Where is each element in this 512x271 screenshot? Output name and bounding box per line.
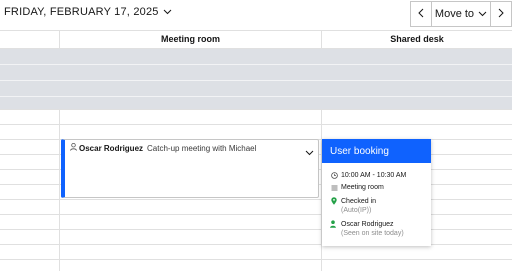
booking-time: 10:00 AM - 10:30 AM <box>341 172 407 179</box>
calendar-toolbar: FRIDAY, FEBRUARY 17, 2025 Move to <box>0 0 512 30</box>
column-header-shared-desk: Shared desk <box>390 34 444 44</box>
check-in-status: Checked in <box>341 197 377 205</box>
booking-title: Catch-up meeting with Michael <box>147 143 257 153</box>
booking-resource: Meeting room <box>341 184 384 191</box>
booking-user: Oscar Rodriguez <box>341 220 394 228</box>
grid-line <box>0 214 512 215</box>
clock-icon <box>330 172 338 179</box>
unavailable-slot <box>0 97 512 109</box>
move-to-button[interactable]: Move to <box>432 2 491 26</box>
grid-line <box>0 229 512 230</box>
user-check-icon <box>330 220 338 228</box>
grid-line <box>0 244 512 245</box>
unavailable-slot <box>0 81 512 96</box>
booking-card[interactable]: Oscar Rodriguez Catch-up meeting with Mi… <box>61 139 319 198</box>
grid-line <box>0 109 512 110</box>
next-day-button[interactable] <box>491 2 512 26</box>
chevron-left-icon <box>418 5 424 23</box>
grid-line <box>0 199 512 200</box>
date-navigation: Move to <box>410 1 512 27</box>
chevron-down-icon <box>163 6 172 18</box>
unavailable-slot <box>0 49 512 64</box>
check-in-status-row: Checked in <box>330 197 376 205</box>
move-to-label: Move to <box>434 8 475 20</box>
booking-time-row: 10:00 AM - 10:30 AM <box>330 172 406 179</box>
grid-line <box>0 259 512 260</box>
date-selector[interactable]: FRIDAY, FEBRUARY 17, 2025 <box>4 6 172 18</box>
booking-user-detail: (Seen on site today) <box>341 230 404 237</box>
date-label: FRIDAY, FEBRUARY 17, 2025 <box>4 6 159 18</box>
grid-line <box>0 124 512 125</box>
booking-resource-row: Meeting room <box>330 184 384 191</box>
location-pin-icon <box>330 197 338 205</box>
list-icon <box>330 185 338 191</box>
popover-header: User booking <box>322 139 431 163</box>
chevron-right-icon <box>498 5 504 23</box>
column-header-meeting-room: Meeting room <box>160 34 220 44</box>
booking-person: Oscar Rodriguez <box>79 143 144 153</box>
chevron-down-icon[interactable] <box>305 143 314 161</box>
chevron-down-icon <box>478 8 487 20</box>
unavailable-slot <box>0 65 512 80</box>
booking-user-row: Oscar Rodriguez <box>330 220 394 228</box>
booking-details-popover: User booking 10:00 AM - 10:30 AM Meeting… <box>322 139 431 246</box>
check-in-status-detail: (Auto(IP)) <box>341 207 372 214</box>
user-icon <box>70 143 77 153</box>
booking-summary: Oscar Rodriguez Catch-up meeting with Mi… <box>70 143 256 153</box>
previous-day-button[interactable] <box>411 2 432 26</box>
